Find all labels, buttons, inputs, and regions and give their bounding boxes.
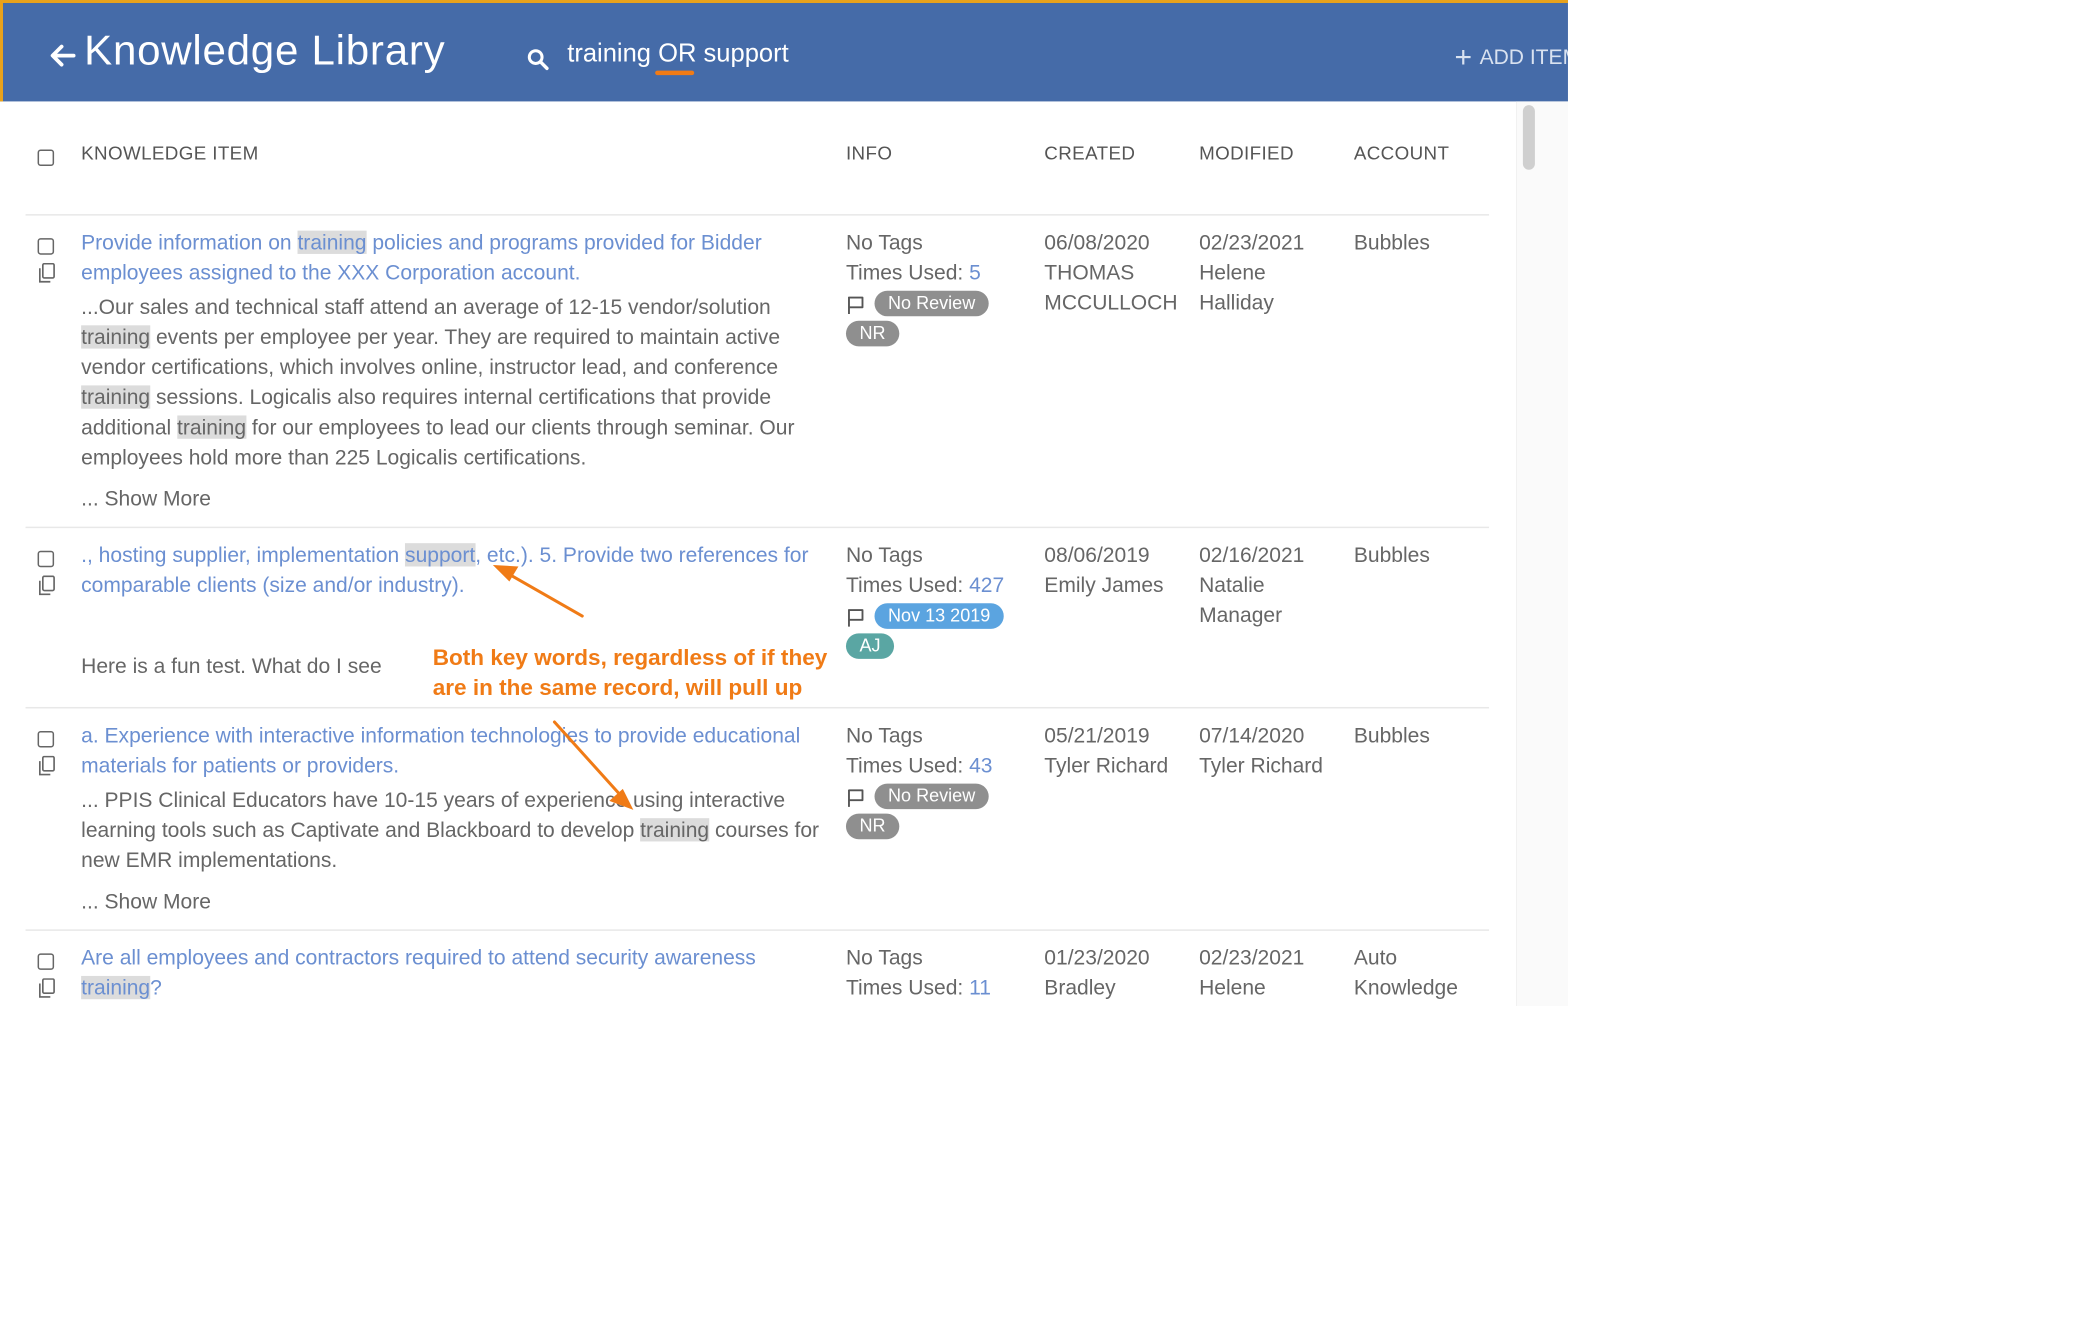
created-by: THOMAS — [1044, 260, 1135, 284]
modified-date: 02/23/2021 — [1199, 945, 1305, 970]
modified-by-line2: Halliday — [1199, 290, 1274, 315]
knowledge-item-snippet: ... PPIS Clinical Educators have 10-15 y… — [81, 788, 820, 872]
add-item-button[interactable]: + ADD ITEM — [1454, 40, 1568, 74]
knowledge-item-title[interactable]: Provide information on training policies… — [81, 228, 825, 288]
callout-line-2: are in the same record, will pull up — [432, 675, 803, 701]
callout-line-1: Both key words, regardless of if they — [432, 645, 828, 671]
info-tags: No Tags — [845, 723, 923, 747]
flag-icon[interactable] — [846, 787, 867, 808]
flag-icon[interactable] — [846, 607, 867, 628]
account-name-line2: Knowledge — [1353, 975, 1458, 1000]
modified-by: Helene — [1199, 260, 1266, 284]
review-status-badge: No Review — [874, 290, 989, 317]
knowledge-item-title[interactable]: ., hosting supplier, implementation supp… — [81, 540, 825, 600]
modified-by: Natalie — [1199, 573, 1265, 597]
column-header-knowledge-item[interactable]: KNOWLEDGE ITEM — [81, 143, 258, 165]
plus-icon: + — [1454, 40, 1473, 74]
initials-badge: NR — [845, 813, 900, 840]
row-checkbox[interactable] — [37, 953, 55, 970]
account-name: Bubbles — [1353, 543, 1430, 567]
created-date: 06/08/2020 — [1044, 230, 1150, 254]
initials-badge: NR — [845, 320, 900, 347]
row-divider — [25, 929, 1490, 931]
initials-badge: AJ — [845, 633, 895, 659]
copy-icon[interactable] — [38, 755, 56, 777]
account-name: Bubbles — [1353, 230, 1430, 254]
header-divider — [25, 214, 1490, 216]
show-more-link[interactable]: ... Show More — [81, 487, 211, 511]
account-name: Auto — [1353, 945, 1398, 970]
modified-by: Helene — [1199, 975, 1266, 1000]
review-status-badge: No Review — [874, 783, 989, 810]
add-item-label: ADD ITEM — [1479, 45, 1568, 69]
info-tags: No Tags — [845, 543, 923, 567]
created-by: Tyler Richard — [1044, 753, 1169, 777]
info-tags: No Tags — [845, 945, 923, 970]
column-header-info[interactable]: INFO — [846, 143, 892, 165]
copy-icon[interactable] — [38, 978, 56, 999]
created-date: 01/23/2020 — [1044, 945, 1150, 970]
knowledge-item-snippet: ...Our sales and technical staff attend … — [81, 295, 795, 469]
callout-annotation: Both key words, regardless of if they ar… — [433, 643, 828, 703]
row-divider — [25, 706, 1490, 709]
knowledge-library-page: Knowledge Library training OR support + … — [0, 0, 1568, 1006]
modified-date: 02/23/2021 — [1199, 230, 1305, 254]
back-arrow-icon[interactable] — [48, 41, 78, 71]
app-header: Knowledge Library training OR support + … — [0, 0, 1568, 102]
modified-by-line2: Manager — [1199, 603, 1283, 627]
info-tags: No Tags — [845, 230, 923, 254]
row-checkbox[interactable] — [37, 550, 55, 568]
search-icon[interactable] — [527, 48, 550, 71]
knowledge-item-title[interactable]: a. Experience with interactive informati… — [81, 720, 825, 780]
info-times-used: Times Used: 427 — [845, 573, 1005, 597]
modified-by: Tyler Richard — [1199, 753, 1323, 777]
or-operator-highlight — [655, 70, 695, 76]
column-header-modified[interactable]: MODIFIED — [1199, 143, 1294, 165]
created-by-line2: MCCULLOCH — [1044, 290, 1178, 315]
scrollbar-thumb[interactable] — [1522, 105, 1535, 170]
search-input[interactable]: training OR support — [567, 39, 788, 68]
row-checkbox[interactable] — [37, 731, 55, 748]
row-checkbox[interactable] — [37, 238, 55, 255]
column-header-account[interactable]: ACCOUNT — [1354, 143, 1449, 165]
row-divider — [25, 526, 1490, 529]
info-times-used: Times Used: 43 — [845, 753, 993, 777]
account-name: Bubbles — [1353, 723, 1430, 747]
page-title: Knowledge Library — [84, 26, 446, 74]
created-date: 08/06/2019 — [1044, 543, 1150, 567]
created-by: Emily James — [1044, 573, 1164, 597]
modified-date: 07/14/2020 — [1199, 723, 1305, 747]
created-date: 05/21/2019 — [1044, 723, 1150, 747]
scrollbar-track[interactable] — [1516, 101, 1568, 1006]
modified-date: 02/16/2021 — [1199, 543, 1305, 567]
review-date-badge: Nov 13 2019 — [874, 603, 1004, 629]
created-by: Bradley — [1044, 975, 1116, 1000]
info-times-used: Times Used: 11 — [845, 975, 991, 1000]
info-times-used: Times Used: 5 — [845, 260, 981, 284]
copy-icon[interactable] — [38, 262, 56, 284]
select-all-checkbox[interactable] — [37, 149, 55, 167]
show-more-link[interactable]: ... Show More — [81, 890, 211, 914]
knowledge-item-title[interactable]: Are all employees and contractors requir… — [81, 943, 825, 1003]
copy-icon[interactable] — [38, 575, 56, 596]
column-header-created[interactable]: CREATED — [1044, 143, 1135, 165]
flag-icon[interactable] — [846, 295, 867, 316]
